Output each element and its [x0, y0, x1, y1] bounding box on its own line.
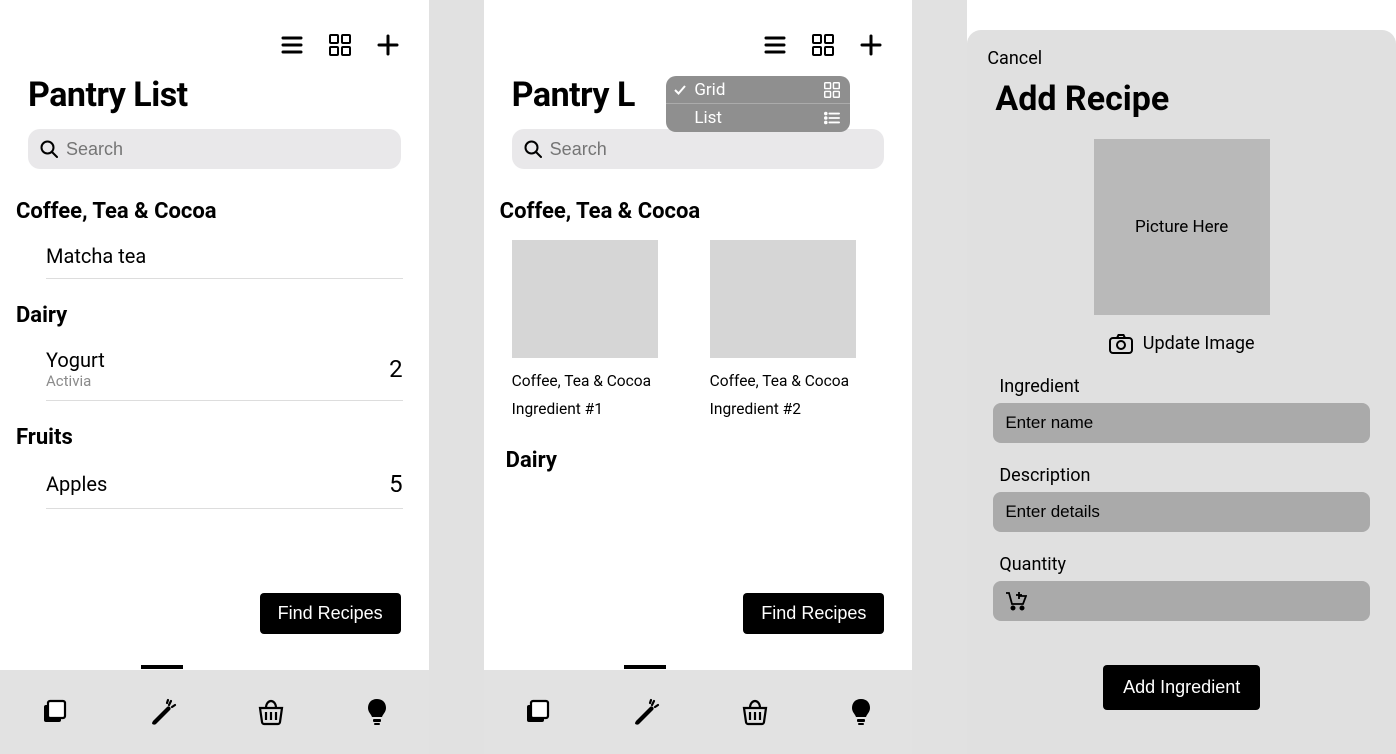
category-heading: Dairy — [16, 303, 413, 328]
category-block: Dairy Yogurt Activia 2 — [16, 303, 413, 401]
category-block: Coffee, Tea & Cocoa Matcha tea — [16, 199, 413, 279]
cart-icon — [1005, 591, 1027, 611]
item-name: Yogurt — [46, 348, 389, 372]
cancel-button[interactable]: Cancel — [985, 48, 1378, 69]
grid-item-category: Coffee, Tea & Cocoa — [512, 372, 658, 390]
screen-add-recipe: Cancel Add Recipe Picture Here Update Im… — [967, 0, 1396, 754]
menu-option-label: List — [694, 108, 818, 128]
toolbar — [0, 0, 429, 70]
sheet-title: Add Recipe — [985, 79, 1378, 119]
quantity-input-wrap[interactable] — [993, 581, 1370, 621]
screen-pantry-grid: Pantry L Grid List Coffee, Tea & Cocoa — [484, 0, 913, 754]
update-image-label: Update Image — [1143, 333, 1255, 354]
grid-item[interactable]: Coffee, Tea & Cocoa Ingredient #2 — [710, 240, 856, 418]
add-icon[interactable] — [377, 34, 399, 56]
item-subtitle: Activia — [46, 372, 389, 390]
list-view-icon[interactable] — [764, 35, 786, 55]
view-option-list[interactable]: List — [666, 104, 850, 132]
camera-icon — [1109, 334, 1133, 354]
item-name: Matcha tea — [46, 244, 403, 268]
list-item[interactable]: Apples 5 — [46, 460, 403, 509]
view-mode-menu: Grid List — [666, 76, 850, 132]
grid-item-name: Ingredient #2 — [710, 400, 856, 418]
grid-view-icon[interactable] — [812, 34, 834, 56]
grid-item[interactable]: Coffee, Tea & Cocoa Ingredient #1 — [512, 240, 658, 418]
grid-icon — [824, 82, 840, 98]
grid-view-icon[interactable] — [329, 34, 351, 56]
grid-thumbnail — [512, 240, 658, 358]
view-option-grid[interactable]: Grid — [666, 76, 850, 104]
item-name: Apples — [46, 472, 389, 496]
ingredient-label: Ingredient — [993, 376, 1370, 397]
screen-pantry-list: Pantry List Coffee, Tea & Cocoa Matcha t… — [0, 0, 429, 754]
modal-sheet: Cancel Add Recipe Picture Here Update Im… — [967, 30, 1396, 754]
tab-ideas[interactable] — [849, 697, 873, 727]
search-box[interactable] — [28, 129, 401, 169]
search-input[interactable] — [66, 139, 389, 160]
category-heading: Dairy — [500, 448, 897, 473]
category-heading: Coffee, Tea & Cocoa — [500, 199, 897, 224]
item-quantity: 2 — [389, 355, 403, 383]
list-view-icon[interactable] — [281, 35, 303, 55]
add-ingredient-button[interactable]: Add Ingredient — [1103, 665, 1260, 710]
ingredient-input-wrap[interactable] — [993, 403, 1370, 443]
tab-bar — [0, 670, 429, 754]
search-box[interactable] — [512, 129, 885, 169]
add-icon[interactable] — [860, 34, 882, 56]
grid-thumbnail — [710, 240, 856, 358]
picture-placeholder-label: Picture Here — [1135, 217, 1228, 237]
tab-shopping[interactable] — [256, 698, 286, 726]
grid-item-name: Ingredient #1 — [512, 400, 658, 418]
tab-recipes[interactable] — [523, 698, 551, 726]
grid-item-category: Coffee, Tea & Cocoa — [710, 372, 856, 390]
search-icon — [40, 140, 58, 158]
update-image-button[interactable]: Update Image — [985, 333, 1378, 354]
tab-pantry[interactable] — [147, 697, 177, 727]
item-quantity: 5 — [389, 470, 403, 498]
page-title: Pantry List — [28, 75, 401, 115]
description-input-wrap[interactable] — [993, 492, 1370, 532]
tab-ideas[interactable] — [365, 697, 389, 727]
tab-recipes[interactable] — [40, 698, 68, 726]
category-block: Fruits Apples 5 — [16, 425, 413, 509]
list-icon — [824, 111, 840, 125]
category-heading: Coffee, Tea & Cocoa — [16, 199, 413, 224]
picture-placeholder[interactable]: Picture Here — [1094, 139, 1270, 315]
search-icon — [524, 140, 542, 158]
list-item[interactable]: Yogurt Activia 2 — [46, 338, 403, 401]
ingredient-input[interactable] — [1005, 413, 1358, 433]
list-item[interactable]: Matcha tea — [46, 234, 403, 279]
description-input[interactable] — [1005, 502, 1358, 522]
tab-shopping[interactable] — [740, 698, 770, 726]
checkmark-icon — [674, 84, 688, 96]
category-heading: Fruits — [16, 425, 413, 450]
tab-pantry[interactable] — [630, 697, 660, 727]
menu-option-label: Grid — [694, 80, 818, 100]
tab-bar — [484, 670, 913, 754]
find-recipes-button[interactable]: Find Recipes — [743, 593, 884, 634]
find-recipes-button[interactable]: Find Recipes — [260, 593, 401, 634]
search-input[interactable] — [550, 139, 873, 160]
toolbar — [484, 0, 913, 70]
quantity-label: Quantity — [993, 554, 1370, 575]
description-label: Description — [993, 465, 1370, 486]
